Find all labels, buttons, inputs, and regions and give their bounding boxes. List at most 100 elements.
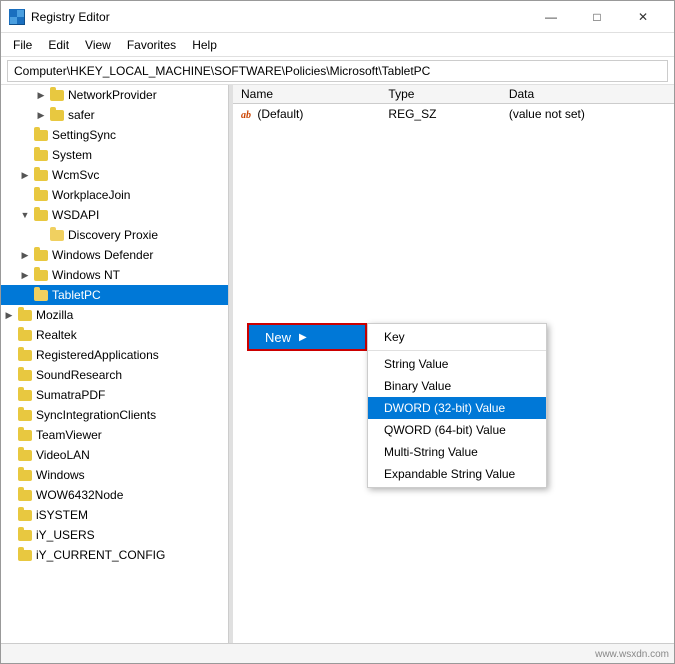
expander-icon [17, 127, 33, 143]
tree-item-isystem[interactable]: iSYSTEM [1, 505, 228, 525]
maximize-button[interactable]: □ [574, 1, 620, 33]
table-row[interactable]: ab (Default) REG_SZ (value not set) [233, 104, 674, 124]
expander-icon [1, 387, 17, 403]
new-submenu-trigger[interactable]: New ▶ [247, 323, 367, 351]
tree-item-teamviewer[interactable]: TeamViewer [1, 425, 228, 445]
folder-icon [33, 248, 49, 262]
tree-item-syncintegration[interactable]: SyncIntegrationClients [1, 405, 228, 425]
expander-icon: ▶ [17, 167, 33, 183]
ab-icon: ab [241, 110, 251, 121]
tree-label: TeamViewer [36, 428, 102, 442]
tree-item-wsdapi[interactable]: ▼ WSDAPI [1, 205, 228, 225]
submenu-expandable-value[interactable]: Expandable String Value [368, 463, 546, 485]
minimize-button[interactable]: — [528, 1, 574, 33]
expander-icon [17, 187, 33, 203]
submenu-multistring-value[interactable]: Multi-String Value [368, 441, 546, 463]
expander-icon [1, 487, 17, 503]
close-button[interactable]: ✕ [620, 1, 666, 33]
submenu-qword-value[interactable]: QWORD (64-bit) Value [368, 419, 546, 441]
folder-icon [17, 308, 33, 322]
menu-help[interactable]: Help [184, 36, 225, 54]
tree-item-sumatrapdf[interactable]: SumatraPDF [1, 385, 228, 405]
expander-icon: ▶ [33, 107, 49, 123]
tree-item-workplacejoin[interactable]: WorkplaceJoin [1, 185, 228, 205]
tree-label: iY_CURRENT_CONFIG [36, 548, 165, 562]
folder-icon [33, 148, 49, 162]
reg-name-cell: ab (Default) [233, 104, 380, 124]
tree-label: WorkplaceJoin [52, 188, 130, 202]
tree-label: SoundResearch [36, 368, 122, 382]
tree-item-discoveryproxie[interactable]: Discovery Proxie [1, 225, 228, 245]
tree-pane[interactable]: ▶ NetworkProvider ▶ safer SettingSync [1, 85, 229, 643]
tree-label: SyncIntegrationClients [36, 408, 156, 422]
tree-item-videolan[interactable]: VideoLAN [1, 445, 228, 465]
expander-icon [17, 287, 33, 303]
expander-icon [1, 347, 17, 363]
submenu-arrow-icon: ▶ [299, 332, 307, 343]
folder-icon [17, 388, 33, 402]
tree-item-safer[interactable]: ▶ safer [1, 105, 228, 125]
watermark: www.wsxdn.com [595, 649, 669, 660]
main-area: ▶ NetworkProvider ▶ safer SettingSync [1, 85, 674, 643]
menu-edit[interactable]: Edit [40, 36, 77, 54]
expander-icon [1, 447, 17, 463]
folder-icon [17, 488, 33, 502]
tree-label: Discovery Proxie [68, 228, 158, 242]
address-bar [1, 57, 674, 85]
tree-item-iycurrentconfig[interactable]: iY_CURRENT_CONFIG [1, 545, 228, 565]
tree-item-windowsnt[interactable]: ▶ Windows NT [1, 265, 228, 285]
submenu-string-value[interactable]: String Value [368, 353, 546, 375]
expander-icon [1, 547, 17, 563]
menu-favorites[interactable]: Favorites [119, 36, 184, 54]
expander-icon: ▶ [1, 307, 17, 323]
folder-icon [17, 428, 33, 442]
tree-item-wow6432[interactable]: WOW6432Node [1, 485, 228, 505]
folder-icon [17, 348, 33, 362]
tree-item-networkprovider[interactable]: ▶ NetworkProvider [1, 85, 228, 105]
col-name: Name [233, 85, 380, 104]
tree-item-soundresearch[interactable]: SoundResearch [1, 365, 228, 385]
folder-icon [17, 468, 33, 482]
address-input[interactable] [7, 60, 668, 82]
tree-item-windefender[interactable]: ▶ Windows Defender [1, 245, 228, 265]
folder-icon [17, 328, 33, 342]
folder-icon [33, 268, 49, 282]
tree-label: Windows [36, 468, 85, 482]
folder-icon [33, 208, 49, 222]
submenu-key[interactable]: Key [368, 326, 546, 348]
tree-label: NetworkProvider [68, 88, 157, 102]
expander-icon [1, 527, 17, 543]
tree-item-iyusers[interactable]: iY_USERS [1, 525, 228, 545]
tree-item-mozilla[interactable]: ▶ Mozilla [1, 305, 228, 325]
tree-item-settingsync[interactable]: SettingSync [1, 125, 228, 145]
tree-item-system[interactable]: System [1, 145, 228, 165]
submenu-dword-value[interactable]: DWORD (32-bit) Value [368, 397, 546, 419]
expander-icon [1, 407, 17, 423]
folder-icon [33, 128, 49, 142]
tree-label: System [52, 148, 92, 162]
menu-file[interactable]: File [5, 36, 40, 54]
tree-label: TabletPC [52, 288, 101, 302]
tree-label: WcmSvc [52, 168, 99, 182]
expander-icon [17, 147, 33, 163]
registry-editor-window: Registry Editor — □ ✕ File Edit View Fav… [0, 0, 675, 664]
folder-icon [17, 368, 33, 382]
tree-label: WSDAPI [52, 208, 99, 222]
tree-item-tabletpc[interactable]: TabletPC [1, 285, 228, 305]
folder-icon [17, 548, 33, 562]
context-menu-container: New ▶ Key String Value Binary Value DWOR… [247, 323, 547, 488]
folder-icon [17, 508, 33, 522]
window-controls: — □ ✕ [528, 1, 666, 33]
tree-item-windows[interactable]: Windows [1, 465, 228, 485]
tree-item-realtek[interactable]: Realtek [1, 325, 228, 345]
submenu-binary-value[interactable]: Binary Value [368, 375, 546, 397]
expander-icon: ▶ [33, 87, 49, 103]
menu-bar: File Edit View Favorites Help [1, 33, 674, 57]
submenu-separator [368, 350, 546, 351]
menu-view[interactable]: View [77, 36, 119, 54]
tree-item-wcmsvc[interactable]: ▶ WcmSvc [1, 165, 228, 185]
tree-label: iY_USERS [36, 528, 95, 542]
tree-label: Windows Defender [52, 248, 153, 262]
reg-data-cell: (value not set) [501, 104, 674, 124]
tree-item-registeredapps[interactable]: RegisteredApplications [1, 345, 228, 365]
